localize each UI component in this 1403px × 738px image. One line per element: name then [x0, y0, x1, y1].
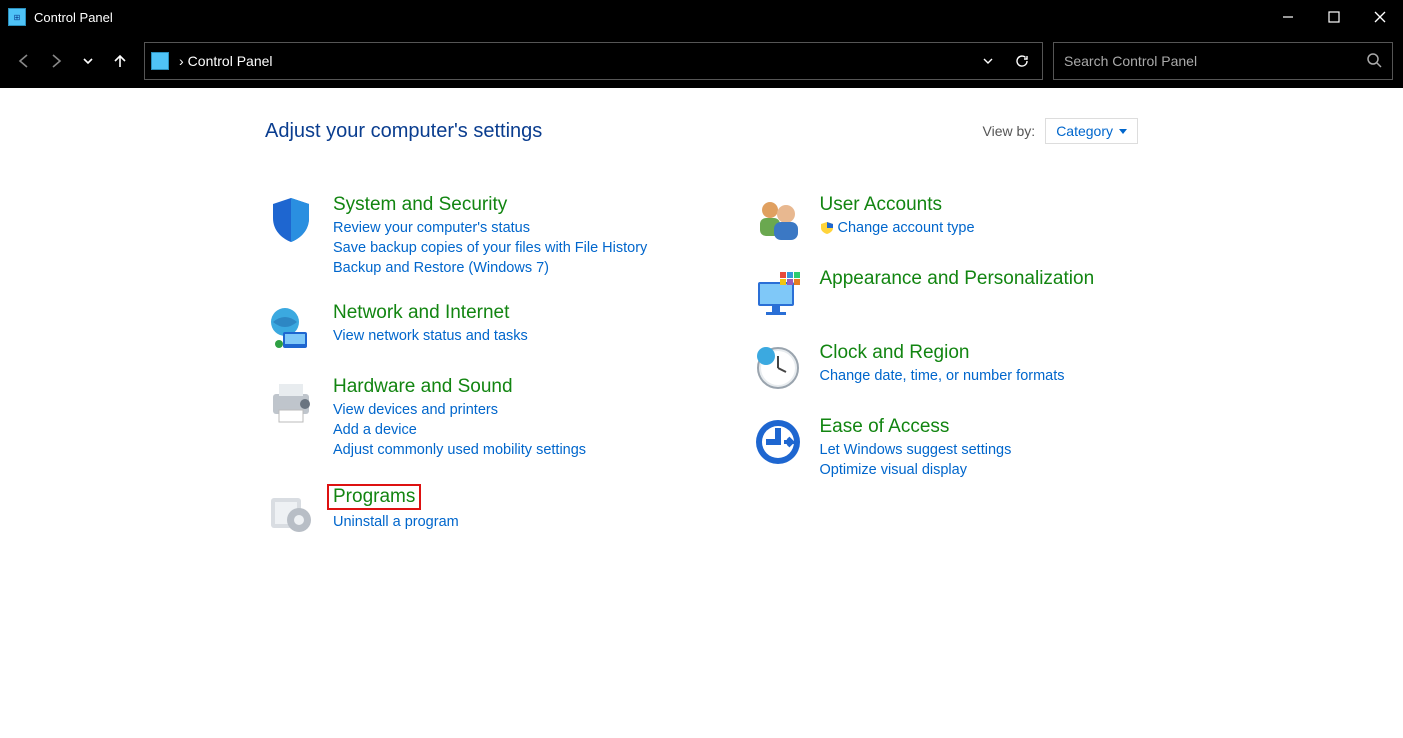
category-title-user-accounts[interactable]: User Accounts	[820, 194, 975, 216]
category-programs: Programs Uninstall a program	[265, 484, 652, 536]
category-title-network[interactable]: Network and Internet	[333, 302, 528, 324]
close-button[interactable]	[1357, 0, 1403, 34]
category-network-internet: Network and Internet View network status…	[265, 302, 652, 354]
page-title: Adjust your computer's settings	[265, 120, 542, 143]
programs-icon	[265, 484, 317, 536]
category-column-right: User Accounts Change account type Appear…	[752, 194, 1139, 558]
forward-button[interactable]	[42, 47, 70, 75]
link-network-status[interactable]: View network status and tasks	[333, 328, 528, 344]
content-area: Adjust your computer's settings View by:…	[0, 88, 1403, 558]
title-bar: ⊞ Control Panel	[0, 0, 1403, 34]
control-panel-icon: ⊞	[8, 8, 26, 26]
up-button[interactable]	[106, 47, 134, 75]
link-suggest-settings[interactable]: Let Windows suggest settings	[820, 442, 1012, 458]
category-title-clock-region[interactable]: Clock and Region	[820, 342, 1065, 364]
category-hardware-sound: Hardware and Sound View devices and prin…	[265, 376, 652, 462]
address-dropdown-button[interactable]	[974, 55, 1002, 67]
category-clock-region: Clock and Region Change date, time, or n…	[752, 342, 1139, 394]
category-user-accounts: User Accounts Change account type	[752, 194, 1139, 246]
category-appearance: Appearance and Personalization	[752, 268, 1139, 320]
link-backup-restore[interactable]: Backup and Restore (Windows 7)	[333, 260, 647, 276]
address-bar[interactable]: › Control Panel	[144, 42, 1043, 80]
window-controls	[1265, 0, 1403, 34]
search-box[interactable]	[1053, 42, 1393, 80]
user-accounts-icon	[752, 194, 804, 246]
network-icon	[265, 302, 317, 354]
category-title-programs[interactable]: Programs	[327, 484, 421, 510]
link-date-time-formats[interactable]: Change date, time, or number formats	[820, 368, 1065, 384]
clock-icon	[752, 342, 804, 394]
link-optimize-display[interactable]: Optimize visual display	[820, 462, 1012, 478]
link-review-status[interactable]: Review your computer's status	[333, 220, 647, 236]
shield-icon	[265, 194, 317, 246]
link-change-account-type-text: Change account type	[838, 220, 975, 236]
category-title-ease-of-access[interactable]: Ease of Access	[820, 416, 1012, 438]
category-title-hardware[interactable]: Hardware and Sound	[333, 376, 586, 398]
window-title: Control Panel	[34, 10, 113, 25]
view-by-value: Category	[1056, 123, 1113, 139]
appearance-icon	[752, 268, 804, 320]
ease-of-access-icon	[752, 416, 804, 468]
link-devices-printers[interactable]: View devices and printers	[333, 402, 586, 418]
link-uninstall-program[interactable]: Uninstall a program	[333, 514, 459, 530]
maximize-button[interactable]	[1311, 0, 1357, 34]
navigation-bar: › Control Panel	[0, 34, 1403, 88]
search-input[interactable]	[1064, 53, 1358, 69]
link-file-history[interactable]: Save backup copies of your files with Fi…	[333, 240, 647, 256]
link-add-device[interactable]: Add a device	[333, 422, 586, 438]
refresh-button[interactable]	[1008, 53, 1036, 69]
category-ease-of-access: Ease of Access Let Windows suggest setti…	[752, 416, 1139, 482]
view-by-select[interactable]: Category	[1045, 118, 1138, 144]
category-column-left: System and Security Review your computer…	[265, 194, 652, 558]
view-by-label: View by:	[983, 123, 1036, 139]
category-title-appearance[interactable]: Appearance and Personalization	[820, 268, 1095, 290]
printer-icon	[265, 376, 317, 428]
category-title-system-security[interactable]: System and Security	[333, 194, 647, 216]
address-control-panel-icon	[151, 52, 169, 70]
search-icon[interactable]	[1366, 52, 1382, 71]
back-button[interactable]	[10, 47, 38, 75]
uac-shield-icon	[820, 221, 834, 235]
view-by: View by: Category	[983, 118, 1138, 144]
minimize-button[interactable]	[1265, 0, 1311, 34]
link-change-account-type[interactable]: Change account type	[820, 220, 975, 236]
link-mobility-settings[interactable]: Adjust commonly used mobility settings	[333, 442, 586, 458]
breadcrumb-separator-icon: ›	[179, 53, 184, 69]
category-system-security: System and Security Review your computer…	[265, 194, 652, 280]
recent-locations-button[interactable]	[74, 47, 102, 75]
chevron-down-icon	[1119, 129, 1127, 134]
breadcrumb-item[interactable]: Control Panel	[188, 53, 273, 69]
